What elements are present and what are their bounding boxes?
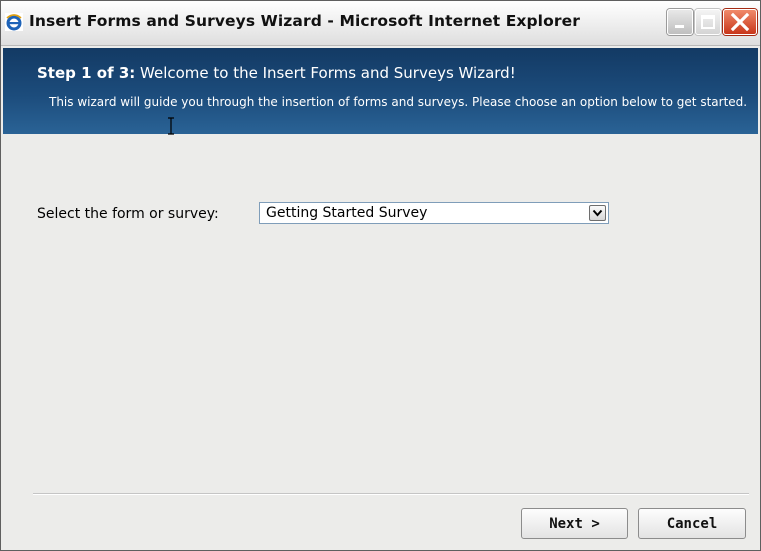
dropdown-button[interactable] bbox=[589, 205, 606, 221]
close-icon bbox=[730, 12, 750, 32]
step-title: Welcome to the Insert Forms and Surveys … bbox=[135, 64, 516, 82]
form-survey-select[interactable]: Getting Started Survey bbox=[259, 202, 609, 224]
wizard-window: Insert Forms and Surveys Wizard - Micros… bbox=[0, 0, 761, 551]
wizard-header: Step 1 of 3: Welcome to the Insert Forms… bbox=[3, 48, 758, 134]
maximize-button[interactable] bbox=[695, 9, 721, 35]
window-title: Insert Forms and Surveys Wizard - Micros… bbox=[29, 12, 580, 30]
select-value: Getting Started Survey bbox=[266, 205, 428, 221]
title-bar[interactable]: Insert Forms and Surveys Wizard - Micros… bbox=[1, 1, 760, 46]
close-button[interactable] bbox=[723, 9, 757, 35]
text-cursor-icon bbox=[168, 117, 174, 135]
maximize-icon bbox=[701, 15, 715, 29]
select-label: Select the form or survey: bbox=[37, 206, 219, 222]
footer-divider bbox=[33, 493, 749, 495]
internet-explorer-icon bbox=[5, 13, 23, 31]
chevron-down-icon bbox=[592, 209, 603, 217]
step-indicator: Step 1 of 3: bbox=[37, 64, 136, 82]
next-button[interactable]: Next > bbox=[521, 508, 628, 539]
step-description: This wizard will guide you through the i… bbox=[49, 95, 748, 109]
minimize-button[interactable] bbox=[667, 9, 693, 35]
cancel-button[interactable]: Cancel bbox=[638, 508, 746, 539]
minimize-icon bbox=[675, 25, 684, 28]
step-heading: Step 1 of 3: Welcome to the Insert Forms… bbox=[37, 64, 516, 82]
